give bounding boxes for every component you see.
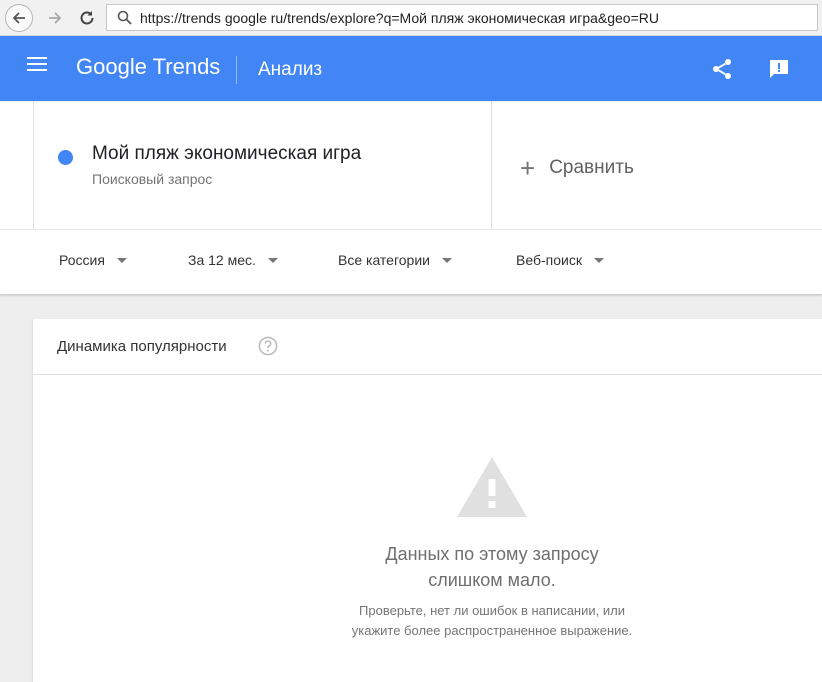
filter-time[interactable]: За 12 мес. [188, 252, 278, 268]
search-term-panel: Мой пляж экономическая игра Поисковый за… [0, 101, 822, 229]
help-icon[interactable] [258, 336, 278, 356]
compare-label: Сравнить [549, 157, 634, 178]
search-icon [117, 10, 132, 25]
url-text[interactable]: https://trends google ru/trends/explore?… [140, 10, 659, 26]
header-divider [236, 56, 237, 84]
search-term-card[interactable]: Мой пляж экономическая игра Поисковый за… [33, 101, 492, 229]
empty-state-hint-line: Проверьте, нет ли ошибок в написании, ил… [359, 603, 625, 618]
term-type: Поисковый запрос [92, 171, 213, 187]
menu-icon[interactable] [26, 57, 48, 79]
filter-bar: Россия За 12 мес. Все категории Веб-поис… [0, 229, 822, 295]
chevron-down-icon [593, 257, 604, 263]
chevron-down-icon [116, 257, 127, 263]
share-icon [713, 59, 731, 79]
feedback-icon [770, 60, 788, 78]
compare-button[interactable]: + Сравнить [520, 153, 634, 183]
chevron-down-icon [441, 257, 452, 263]
empty-state-title-line: слишком мало. [428, 570, 556, 590]
filter-category[interactable]: Все категории [338, 252, 452, 268]
browser-toolbar: https://trends google ru/trends/explore?… [0, 0, 822, 36]
page-title: Анализ [258, 59, 323, 80]
card-header: Динамика популярности [33, 319, 822, 375]
interest-over-time-card: Динамика популярности Данных по этому за… [33, 319, 822, 682]
reload-button[interactable] [72, 3, 102, 33]
empty-state-hint-line: укажите более распространенное выражение… [351, 623, 633, 638]
reload-icon [80, 11, 94, 25]
card-title: Динамика популярности [57, 338, 227, 355]
empty-state-title-line: Данных по этому запросу [385, 544, 599, 564]
empty-state-title: Данных по этому запросу слишком мало. [33, 541, 822, 593]
feedback-button[interactable] [767, 57, 791, 81]
term-color-dot [58, 150, 73, 165]
filter-category-label: Все категории [338, 252, 430, 268]
address-bar[interactable]: https://trends google ru/trends/explore?… [106, 4, 818, 31]
back-button[interactable] [4, 3, 34, 33]
app-header: Google Trends Анализ [0, 36, 822, 101]
warning-icon [455, 455, 529, 519]
chevron-down-icon [267, 257, 278, 263]
filter-region-label: Россия [59, 252, 105, 268]
plus-icon: + [520, 153, 536, 183]
forward-button[interactable] [40, 3, 70, 33]
empty-state-hint: Проверьте, нет ли ошибок в написании, ил… [33, 601, 822, 641]
filter-search-type[interactable]: Веб-поиск [516, 252, 604, 268]
filter-search-type-label: Веб-поиск [516, 252, 582, 268]
brand-logo[interactable]: Google Trends [76, 54, 220, 80]
term-name[interactable]: Мой пляж экономическая игра [92, 143, 361, 165]
share-button[interactable] [710, 57, 734, 81]
filter-time-label: За 12 мес. [188, 252, 256, 268]
back-arrow-icon [12, 12, 25, 24]
forward-arrow-icon [49, 12, 62, 24]
filter-region[interactable]: Россия [59, 252, 127, 268]
